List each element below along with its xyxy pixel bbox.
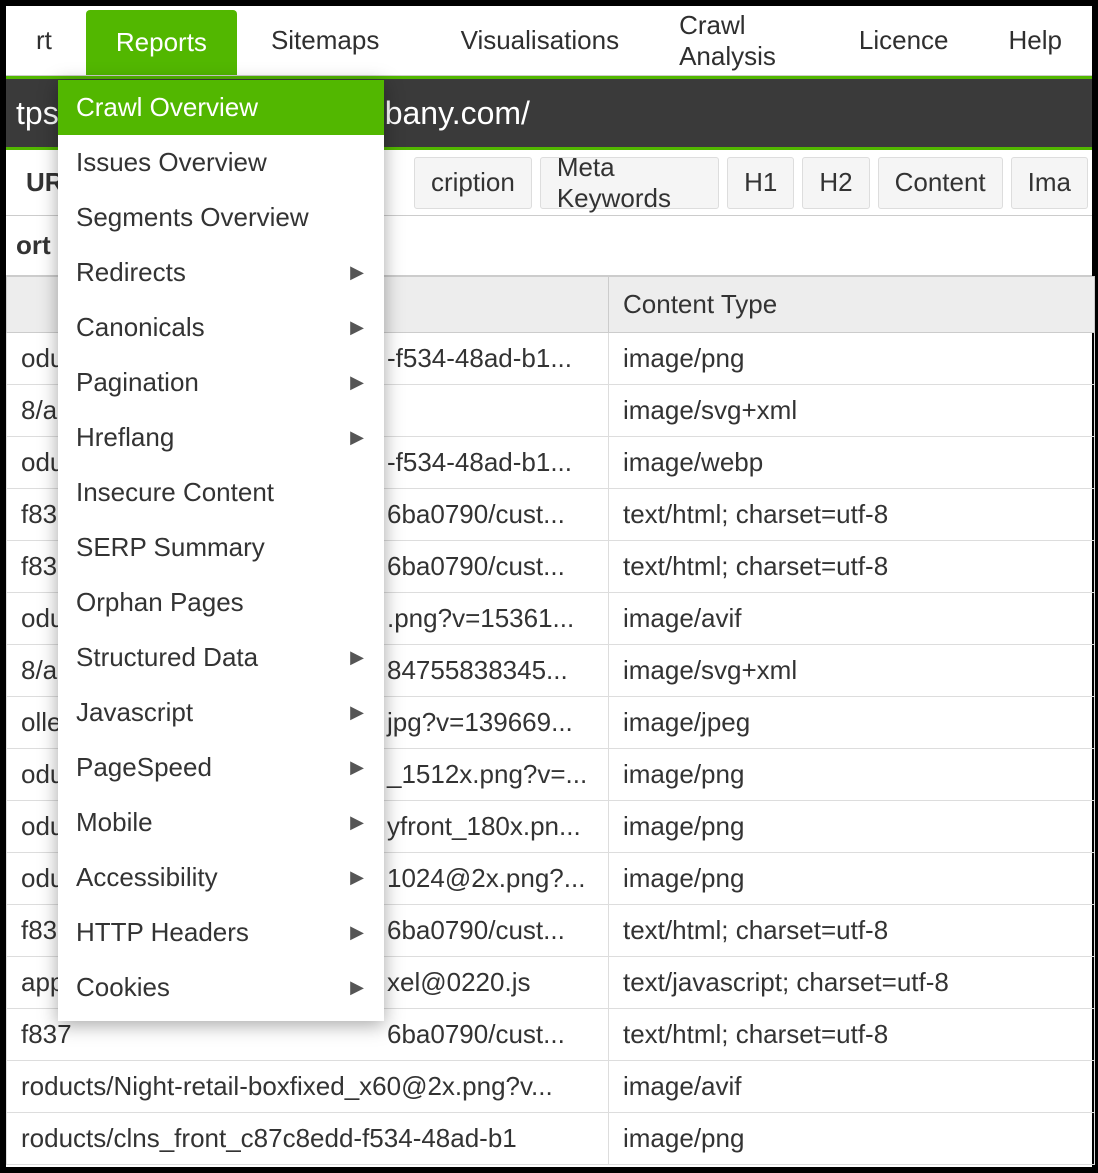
- tab-meta-keywords[interactable]: Meta Keywords: [540, 157, 719, 209]
- url-left-fragment: tps: [16, 95, 59, 132]
- dropdown-label: PageSpeed: [76, 752, 212, 783]
- dropdown-label: SERP Summary: [76, 532, 265, 563]
- dropdown-item-structured-data[interactable]: Structured Data ▶: [58, 630, 384, 685]
- cell-content-type: text/javascript; charset=utf-8: [609, 957, 1095, 1009]
- tab-label: Content: [895, 167, 986, 198]
- menubar-label: Licence: [859, 25, 949, 56]
- dropdown-item-redirects[interactable]: Redirects ▶: [58, 245, 384, 300]
- dropdown-item-segments-overview[interactable]: Segments Overview: [58, 190, 384, 245]
- dropdown-item-cookies[interactable]: Cookies ▶: [58, 960, 384, 1015]
- cell-content-type: image/svg+xml: [609, 645, 1095, 697]
- chevron-right-icon: ▶: [350, 262, 364, 283]
- menubar-label: Crawl Analysis: [679, 10, 799, 72]
- menubar-item-reports[interactable]: Reports: [86, 10, 237, 75]
- menubar-item-licence[interactable]: Licence: [829, 6, 979, 75]
- chevron-right-icon: ▶: [350, 922, 364, 943]
- chevron-right-icon: ▶: [350, 757, 364, 778]
- cell-url: roducts/Night-retail-boxfixed_x60@2x.png…: [7, 1061, 609, 1113]
- dropdown-item-accessibility[interactable]: Accessibility ▶: [58, 850, 384, 905]
- dropdown-label: Crawl Overview: [76, 92, 258, 123]
- cell-url: roducts/clns_front_c87c8edd-f534-48ad-b1: [7, 1113, 609, 1165]
- tab-h1[interactable]: H1: [727, 157, 794, 209]
- menubar-item-help[interactable]: Help: [979, 6, 1092, 75]
- cell-content-type: text/html; charset=utf-8: [609, 1009, 1095, 1061]
- dropdown-label: Canonicals: [76, 312, 205, 343]
- dropdown-item-orphan-pages[interactable]: Orphan Pages: [58, 575, 384, 630]
- url-right-fragment: bany.com/: [385, 95, 530, 132]
- cell-content-type: image/webp: [609, 437, 1095, 489]
- filter-left: ort: [6, 230, 61, 261]
- dropdown-item-javascript[interactable]: Javascript ▶: [58, 685, 384, 740]
- tab-content[interactable]: Content: [878, 157, 1003, 209]
- dropdown-label: Mobile: [76, 807, 153, 838]
- dropdown-item-crawl-overview[interactable]: Crawl Overview: [58, 80, 384, 135]
- dropdown-label: Orphan Pages: [76, 587, 244, 618]
- dropdown-label: Structured Data: [76, 642, 258, 673]
- dropdown-label: Segments Overview: [76, 202, 309, 233]
- menubar-item-crawl-analysis[interactable]: Crawl Analysis: [649, 6, 829, 75]
- menubar-label: rt: [36, 25, 52, 56]
- tab-label: cription: [431, 167, 515, 198]
- dropdown-item-pagination[interactable]: Pagination ▶: [58, 355, 384, 410]
- dropdown-item-hreflang[interactable]: Hreflang ▶: [58, 410, 384, 465]
- dropdown-item-pagespeed[interactable]: PageSpeed ▶: [58, 740, 384, 795]
- chevron-right-icon: ▶: [350, 317, 364, 338]
- chevron-right-icon: ▶: [350, 702, 364, 723]
- tab-cription[interactable]: cription: [414, 157, 532, 209]
- menubar-item-visualisations[interactable]: Visualisations: [431, 6, 650, 75]
- dropdown-label: Javascript: [76, 697, 193, 728]
- dropdown-label: Pagination: [76, 367, 199, 398]
- cell-content-type: image/png: [609, 853, 1095, 905]
- chevron-right-icon: ▶: [350, 427, 364, 448]
- dropdown-label: Insecure Content: [76, 477, 274, 508]
- menubar-label: Help: [1009, 25, 1062, 56]
- cell-content-type: image/png: [609, 1113, 1095, 1165]
- cell-content-type: text/html; charset=utf-8: [609, 541, 1095, 593]
- dropdown-label: Cookies: [76, 972, 170, 1003]
- dropdown-label: Issues Overview: [76, 147, 267, 178]
- cell-content-type: image/png: [609, 749, 1095, 801]
- chevron-right-icon: ▶: [350, 372, 364, 393]
- reports-dropdown: Crawl Overview Issues Overview Segments Ov…: [58, 80, 384, 1021]
- table-row[interactable]: roducts/clns_front_c87c8edd-f534-48ad-b1…: [7, 1113, 1095, 1165]
- chevron-right-icon: ▶: [350, 867, 364, 888]
- dropdown-label: Redirects: [76, 257, 186, 288]
- dropdown-item-issues-overview[interactable]: Issues Overview: [58, 135, 384, 190]
- cell-content-type: image/png: [609, 333, 1095, 385]
- tab-label: H1: [744, 167, 777, 198]
- cell-content-type: image/avif: [609, 593, 1095, 645]
- tab-h2[interactable]: H2: [802, 157, 869, 209]
- cell-content-type: image/png: [609, 801, 1095, 853]
- cell-content-type: text/html; charset=utf-8: [609, 489, 1095, 541]
- tab-label: Meta Keywords: [557, 152, 702, 214]
- chevron-right-icon: ▶: [350, 647, 364, 668]
- dropdown-item-insecure-content[interactable]: Insecure Content: [58, 465, 384, 520]
- cell-content-type: image/jpeg: [609, 697, 1095, 749]
- table-header-content-type[interactable]: Content Type: [609, 277, 1095, 333]
- dropdown-item-serp-summary[interactable]: SERP Summary: [58, 520, 384, 575]
- chevron-right-icon: ▶: [350, 812, 364, 833]
- dropdown-item-canonicals[interactable]: Canonicals ▶: [58, 300, 384, 355]
- dropdown-label: HTTP Headers: [76, 917, 249, 948]
- dropdown-label: Hreflang: [76, 422, 174, 453]
- cell-content-type: text/html; charset=utf-8: [609, 905, 1095, 957]
- menubar: rt Reports Sitemaps Visualisations Crawl Ana…: [6, 6, 1092, 76]
- cell-content-type: image/svg+xml: [609, 385, 1095, 437]
- menubar-label: Sitemaps: [271, 25, 379, 56]
- tab-ima[interactable]: Ima: [1011, 157, 1088, 209]
- dropdown-item-http-headers[interactable]: HTTP Headers ▶: [58, 905, 384, 960]
- chevron-right-icon: ▶: [350, 977, 364, 998]
- menubar-item-sitemaps[interactable]: Sitemaps: [241, 6, 409, 75]
- menubar-label: Reports: [116, 27, 207, 58]
- menubar-item-rt[interactable]: rt: [6, 6, 82, 75]
- table-row[interactable]: roducts/Night-retail-boxfixed_x60@2x.png…: [7, 1061, 1095, 1113]
- dropdown-label: Accessibility: [76, 862, 218, 893]
- cell-content-type: image/avif: [609, 1061, 1095, 1113]
- tab-label: H2: [819, 167, 852, 198]
- dropdown-item-mobile[interactable]: Mobile ▶: [58, 795, 384, 850]
- menubar-label: Visualisations: [461, 25, 620, 56]
- tab-label: Ima: [1028, 167, 1071, 198]
